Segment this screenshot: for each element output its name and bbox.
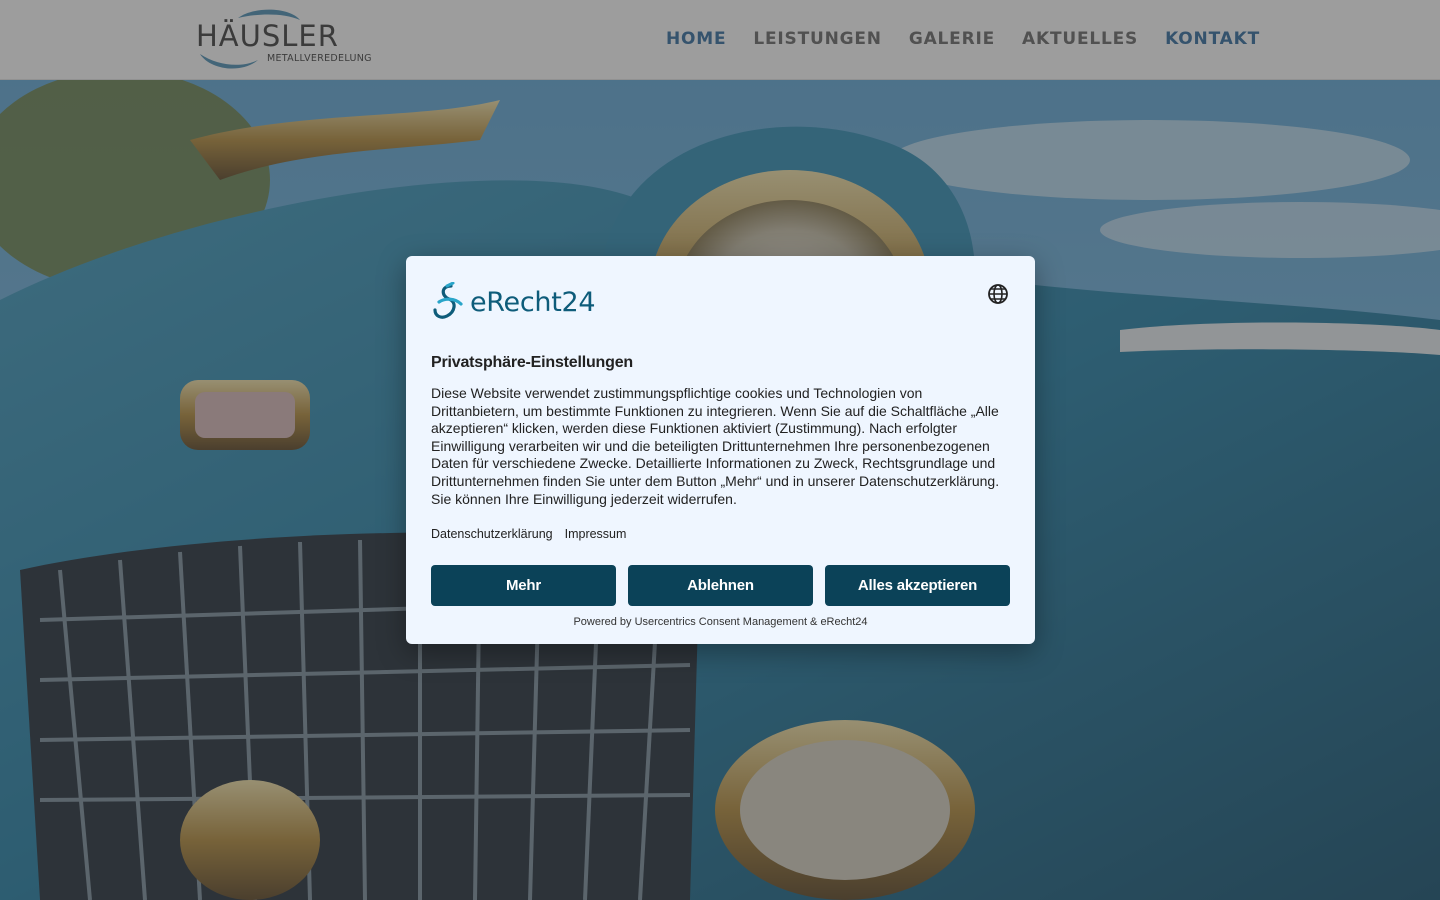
dialog-links: Datenschutzerklärung Impressum (431, 527, 626, 541)
privacy-link[interactable]: Datenschutzerklärung (431, 527, 553, 541)
dialog-body: Diese Website verwendet zustimmungspflic… (431, 385, 1000, 507)
dialog-buttons: Mehr Ablehnen Alles akzeptieren (431, 565, 1010, 606)
decline-button[interactable]: Ablehnen (628, 565, 813, 606)
globe-icon[interactable] (987, 283, 1009, 305)
imprint-link[interactable]: Impressum (565, 527, 627, 541)
brand-name: eRecht24 (470, 286, 596, 318)
erecht24-brand: eRecht24 (431, 282, 596, 322)
dialog-title: Privatsphäre-Einstellungen (431, 354, 633, 371)
page: HÄUSLER METALLVEREDELUNG HOME LEISTUNGEN… (0, 0, 1440, 900)
accept-all-button[interactable]: Alles akzeptieren (825, 565, 1010, 606)
erecht24-logo-icon (433, 282, 463, 319)
powered-by: Powered by Usercentrics Consent Manageme… (573, 616, 868, 628)
more-button[interactable]: Mehr (431, 565, 616, 606)
consent-dialog: eRecht24 Privatsphäre-Einstellungen Dies… (406, 256, 1035, 644)
